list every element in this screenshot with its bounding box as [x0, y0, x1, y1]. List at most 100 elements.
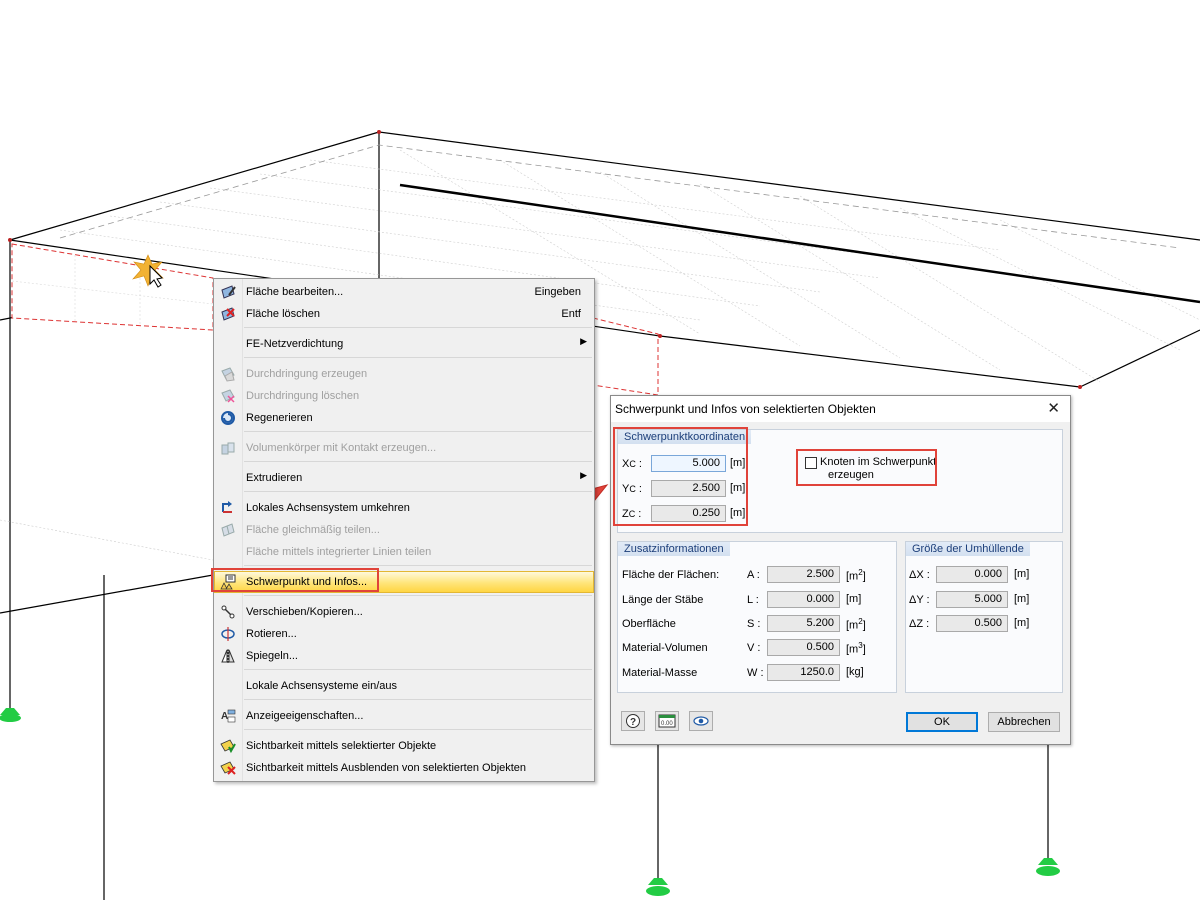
regenerate-icon: [221, 411, 235, 425]
menu-separator: [244, 669, 592, 670]
help-icon: ?: [626, 714, 640, 728]
menu-item-label: Spiegeln...: [246, 650, 298, 662]
menu-item-rotate[interactable]: Rotieren...: [215, 624, 593, 644]
delta-x-field[interactable]: 0.000: [936, 566, 1008, 583]
menu-item-edit-surface[interactable]: Fläche bearbeiten... Eingeben: [215, 282, 593, 302]
area-unit: [m2]: [846, 568, 866, 583]
menu-item-label: Fläche bearbeiten...: [246, 286, 344, 298]
checkbox-highlight-box: [796, 449, 937, 486]
menu-item-divide-by-lines[interactable]: Fläche mittels integrierter Linien teile…: [215, 542, 593, 562]
menu-item-mesh-refinement[interactable]: FE-Netzverdichtung ▶: [215, 334, 593, 354]
menu-item-display-properties[interactable]: A Anzeigeeigenschaften...: [215, 706, 593, 726]
menu-item-reverse-axis[interactable]: Lokales Achsensystem umkehren: [215, 498, 593, 518]
envelope-header: Größe der Umhüllende: [906, 542, 1030, 556]
menu-item-label: Sichtbarkeit mittels selektierter Objekt…: [246, 740, 437, 752]
solid-contact-icon: [221, 442, 235, 455]
units-decimals-button[interactable]: 0.00: [655, 711, 679, 731]
area-label: Fläche der Flächen:: [622, 569, 720, 581]
delete-intersection-icon: [221, 389, 235, 403]
svg-text:A: A: [221, 711, 228, 722]
menu-separator: [244, 491, 592, 492]
mass-label: Material-Masse: [622, 667, 698, 679]
volume-symbol: V :: [747, 642, 761, 654]
view-button[interactable]: [689, 711, 713, 731]
move-copy-icon: [221, 605, 235, 619]
menu-item-delete-surface[interactable]: Fläche löschen Entf: [215, 304, 593, 324]
menu-item-label: Verschieben/Kopieren...: [246, 606, 363, 618]
surface-area-label: Oberfläche: [622, 618, 676, 630]
member-length-symbol: L :: [747, 594, 759, 606]
menu-item-label: FE-Netzverdichtung: [246, 338, 344, 350]
surface-area-unit: [m2]: [846, 617, 866, 632]
submenu-arrow-icon: ▶: [580, 470, 587, 480]
close-icon[interactable]: ✕: [1047, 399, 1060, 417]
menu-item-visibility-hide[interactable]: Sichtbarkeit mittels Ausblenden von sele…: [215, 758, 593, 778]
menu-separator: [244, 699, 592, 700]
menu-item-move-copy[interactable]: Verschieben/Kopieren...: [215, 602, 593, 622]
member-length-field[interactable]: 0.000: [767, 591, 840, 608]
dialog-titlebar: Schwerpunkt und Infos von selektierten O…: [611, 396, 1070, 422]
menu-item-divide-surface[interactable]: Fläche gleichmäßig teilen...: [215, 520, 593, 540]
menu-item-label: Rotieren...: [246, 628, 297, 640]
menu-item-create-intersection[interactable]: Durchdringung erzeugen: [215, 364, 593, 384]
menu-item-regenerate[interactable]: Regenerieren: [215, 408, 593, 428]
delta-z-field[interactable]: 0.500: [936, 615, 1008, 632]
create-intersection-icon: [221, 367, 235, 382]
menu-item-toggle-local-axes[interactable]: Lokale Achsensysteme ein/aus: [215, 676, 593, 696]
menu-separator: [244, 729, 592, 730]
surface-area-field[interactable]: 5.200: [767, 615, 840, 632]
additional-info-group: Zusatzinformationen Fläche der Flächen: …: [617, 541, 897, 693]
volume-field[interactable]: 0.500: [767, 639, 840, 656]
menu-item-label: Volumenkörper mit Kontakt erzeugen...: [246, 442, 437, 454]
visibility-selected-icon: [220, 739, 236, 754]
mass-field[interactable]: 1250.0: [767, 664, 840, 681]
divide-surface-icon: [221, 523, 235, 537]
menu-item-shortcut: Entf: [561, 308, 581, 320]
surface-area-symbol: S :: [747, 618, 761, 630]
member-length-unit: [m]: [846, 593, 862, 605]
menu-item-visibility-selected[interactable]: Sichtbarkeit mittels selektierter Objekt…: [215, 736, 593, 756]
menu-item-label: Regenerieren: [246, 412, 313, 424]
delta-x-unit: [m]: [1014, 568, 1030, 580]
edit-surface-icon: [221, 285, 236, 299]
menu-item-label: Fläche löschen: [246, 308, 320, 320]
menu-item-label: Fläche gleichmäßig teilen...: [246, 524, 380, 536]
delta-z-unit: [m]: [1014, 617, 1030, 629]
centroid-highlight-box: [613, 427, 748, 526]
menu-item-mirror[interactable]: Spiegeln...: [215, 646, 593, 666]
delta-x-label: ΔX :: [909, 569, 930, 581]
units-decimals-icon: 0.00: [658, 714, 676, 728]
menu-item-label: Durchdringung erzeugen: [246, 368, 368, 380]
area-field[interactable]: 2.500: [767, 566, 840, 583]
delta-y-field[interactable]: 5.000: [936, 591, 1008, 608]
cancel-button[interactable]: Abbrechen: [988, 712, 1060, 732]
reverse-axis-icon: [222, 501, 232, 513]
display-properties-icon: A: [221, 709, 236, 723]
visibility-hide-icon: [220, 761, 236, 775]
eye-icon: [693, 716, 709, 726]
menu-item-label: Sichtbarkeit mittels Ausblenden von sele…: [246, 762, 527, 774]
help-button[interactable]: ?: [621, 711, 645, 731]
menu-item-solid-contact[interactable]: Volumenkörper mit Kontakt erzeugen...: [215, 438, 593, 458]
menu-separator: [244, 565, 592, 566]
mass-symbol: W :: [747, 667, 764, 679]
area-symbol: A :: [747, 569, 760, 581]
delta-y-label: ΔY :: [909, 594, 930, 606]
menu-separator: [244, 431, 592, 432]
menu-item-label: Anzeigeeigenschaften...: [246, 710, 364, 722]
menu-item-extrude[interactable]: Extrudieren ▶: [215, 468, 593, 488]
additional-info-header: Zusatzinformationen: [618, 542, 730, 556]
member-length-label: Länge der Stäbe: [622, 594, 704, 606]
svg-text:0.00: 0.00: [661, 721, 673, 727]
menu-separator: [244, 327, 592, 328]
volume-label: Material-Volumen: [622, 642, 708, 654]
svg-text:?: ?: [630, 717, 636, 728]
dialog-title: Schwerpunkt und Infos von selektierten O…: [615, 402, 876, 416]
menu-item-delete-intersection[interactable]: Durchdringung löschen: [215, 386, 593, 406]
menu-separator: [244, 595, 592, 596]
ok-button[interactable]: OK: [906, 712, 978, 732]
menu-item-label: Lokales Achsensystem umkehren: [246, 502, 410, 514]
envelope-group: Größe der Umhüllende ΔX : 0.000 [m] ΔY :…: [905, 541, 1063, 693]
context-menu: Fläche bearbeiten... Eingeben Fläche lös…: [213, 278, 595, 782]
mirror-icon: [221, 649, 235, 663]
